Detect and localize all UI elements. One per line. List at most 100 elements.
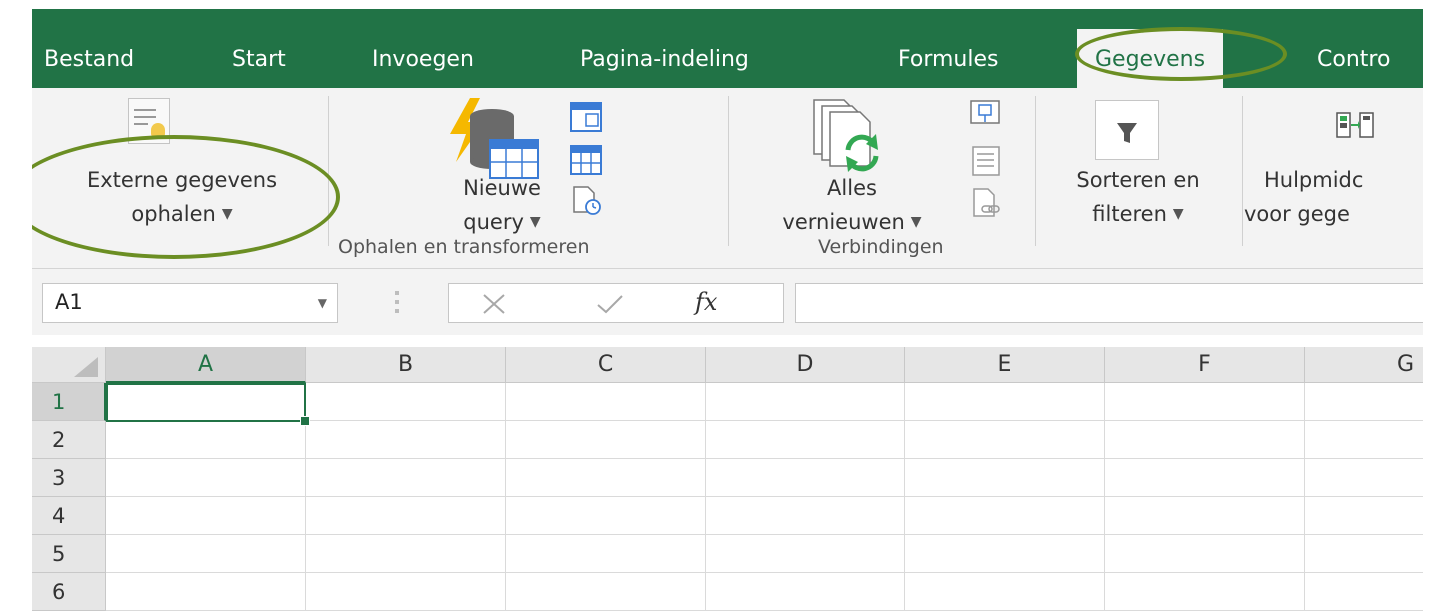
data-tools-icon xyxy=(1336,112,1374,138)
column-header-e[interactable]: E xyxy=(905,347,1105,383)
row-header-6[interactable]: 6 xyxy=(32,573,106,611)
sorteren-filteren-label: Sorteren en xyxy=(1076,168,1200,192)
grid-cell[interactable] xyxy=(1105,459,1305,497)
grid-cell[interactable] xyxy=(1105,573,1305,611)
cancel-icon[interactable] xyxy=(481,292,507,316)
grid-cell[interactable] xyxy=(506,383,706,421)
fill-handle[interactable] xyxy=(300,416,310,426)
chevron-down-icon[interactable]: ▼ xyxy=(318,296,327,310)
row-header-1[interactable]: 1 xyxy=(32,383,106,421)
grid-cell[interactable] xyxy=(1305,421,1423,459)
refresh-all-icon xyxy=(813,99,879,172)
tab-controleren[interactable]: Contro xyxy=(1317,45,1390,75)
grid-cell[interactable] xyxy=(1105,421,1305,459)
grid-cell[interactable] xyxy=(1105,383,1305,421)
grid-cell[interactable] xyxy=(905,535,1105,573)
grid-cell[interactable] xyxy=(106,421,306,459)
grid-cell[interactable] xyxy=(706,535,905,573)
grid-cell[interactable] xyxy=(905,459,1105,497)
hulpmiddelen-button[interactable]: Hulpmidc voor gege xyxy=(1244,94,1423,234)
grid-cell[interactable] xyxy=(106,459,306,497)
ribbon-gegevens: Externe gegevens ophalen ▼ Nieuwe query ▼ xyxy=(32,88,1423,269)
grid-cell[interactable] xyxy=(706,421,905,459)
row-header-3[interactable]: 3 xyxy=(32,459,106,497)
tab-start[interactable]: Start xyxy=(232,45,286,75)
edit-links-icon[interactable] xyxy=(972,188,1002,218)
recent-sources-icon[interactable] xyxy=(572,186,602,216)
grid-cell[interactable] xyxy=(1105,497,1305,535)
formula-buttons: fx xyxy=(448,283,784,323)
grid-cell[interactable] xyxy=(1305,497,1423,535)
dropdown-caret-icon: ▼ xyxy=(221,206,233,222)
from-table-icon[interactable] xyxy=(570,145,602,175)
grid-cell[interactable] xyxy=(1305,573,1423,611)
connections-icon[interactable] xyxy=(970,100,1000,130)
grid-cell[interactable] xyxy=(506,535,706,573)
grid-cell[interactable] xyxy=(306,535,506,573)
grid-cell[interactable] xyxy=(506,421,706,459)
grid-cell[interactable] xyxy=(306,497,506,535)
grid-cell[interactable] xyxy=(1305,535,1423,573)
grid-cell[interactable] xyxy=(706,383,905,421)
ribbon-separator xyxy=(328,96,329,246)
grid-cell[interactable] xyxy=(106,383,306,421)
column-header-g[interactable]: G xyxy=(1305,347,1423,383)
grid-cell[interactable] xyxy=(506,497,706,535)
grid-cell[interactable] xyxy=(106,497,306,535)
nieuwe-query-label: Nieuwe xyxy=(463,176,541,200)
dropdown-caret-icon: ▼ xyxy=(529,214,541,230)
dropdown-caret-icon: ▼ xyxy=(1172,206,1184,222)
column-header-f[interactable]: F xyxy=(1105,347,1305,383)
grid-cell[interactable] xyxy=(905,573,1105,611)
grid-cell[interactable] xyxy=(1105,535,1305,573)
new-query-icon xyxy=(450,98,539,179)
grid-cell[interactable] xyxy=(905,383,1105,421)
grid-cell[interactable] xyxy=(706,573,905,611)
grid-cell[interactable] xyxy=(706,497,905,535)
grid-cell[interactable] xyxy=(306,383,506,421)
tab-bestand[interactable]: Bestand xyxy=(44,45,134,75)
column-header-c[interactable]: C xyxy=(506,347,706,383)
select-all-corner[interactable] xyxy=(32,347,106,383)
group-label-ophalen: Ophalen en transformeren xyxy=(338,236,590,258)
ribbon-tab-bar: Bestand Start Invoegen Pagina-indeling F… xyxy=(32,9,1423,88)
spreadsheet-grid: A B C D E F G 1 2 3 4 5 6 xyxy=(32,347,1423,612)
column-header-a[interactable]: A xyxy=(106,347,306,383)
tab-pagina-indeling[interactable]: Pagina-indeling xyxy=(580,45,749,75)
grid-cell[interactable] xyxy=(905,497,1105,535)
grid-cell[interactable] xyxy=(306,459,506,497)
row-header-4[interactable]: 4 xyxy=(32,497,106,535)
alles-vernieuwen-button[interactable]: Alles vernieuwen ▼ xyxy=(742,94,962,234)
row-header-5[interactable]: 5 xyxy=(32,535,106,573)
excel-window: Bestand Start Invoegen Pagina-indeling F… xyxy=(32,9,1423,612)
grid-cell[interactable] xyxy=(1305,383,1423,421)
grid-cell[interactable] xyxy=(506,573,706,611)
name-box[interactable]: A1 ▼ xyxy=(42,283,338,323)
grid-cell[interactable] xyxy=(106,573,306,611)
insert-function-icon[interactable]: fx xyxy=(695,288,717,316)
formula-input[interactable] xyxy=(795,283,1423,323)
grid-cell[interactable] xyxy=(1305,459,1423,497)
column-header-d[interactable]: D xyxy=(706,347,905,383)
grid-cell[interactable] xyxy=(306,573,506,611)
externe-gegevens-button[interactable]: Externe gegevens ophalen ▼ xyxy=(32,94,332,234)
grid-cell[interactable] xyxy=(506,459,706,497)
row-header-2[interactable]: 2 xyxy=(32,421,106,459)
properties-icon[interactable] xyxy=(972,146,1000,176)
grid-cell[interactable] xyxy=(106,535,306,573)
sorteren-filteren-button[interactable]: Sorteren en filteren ▼ xyxy=(1040,94,1236,234)
nieuwe-query-label-2: query xyxy=(463,210,524,234)
grid-cell[interactable] xyxy=(306,421,506,459)
show-queries-icon[interactable] xyxy=(570,102,602,132)
tab-gegevens[interactable]: Gegevens xyxy=(1077,29,1224,88)
confirm-check-icon[interactable] xyxy=(595,292,625,316)
nieuwe-query-button[interactable]: Nieuwe query ▼ xyxy=(422,94,582,234)
external-data-icon xyxy=(128,98,170,144)
grid-cell[interactable] xyxy=(905,421,1105,459)
grid-cell[interactable] xyxy=(706,459,905,497)
ribbon-separator xyxy=(728,96,729,246)
dropdown-caret-icon: ▼ xyxy=(910,214,922,230)
column-header-b[interactable]: B xyxy=(306,347,506,383)
tab-formules[interactable]: Formules xyxy=(898,45,998,75)
tab-invoegen[interactable]: Invoegen xyxy=(372,45,474,75)
